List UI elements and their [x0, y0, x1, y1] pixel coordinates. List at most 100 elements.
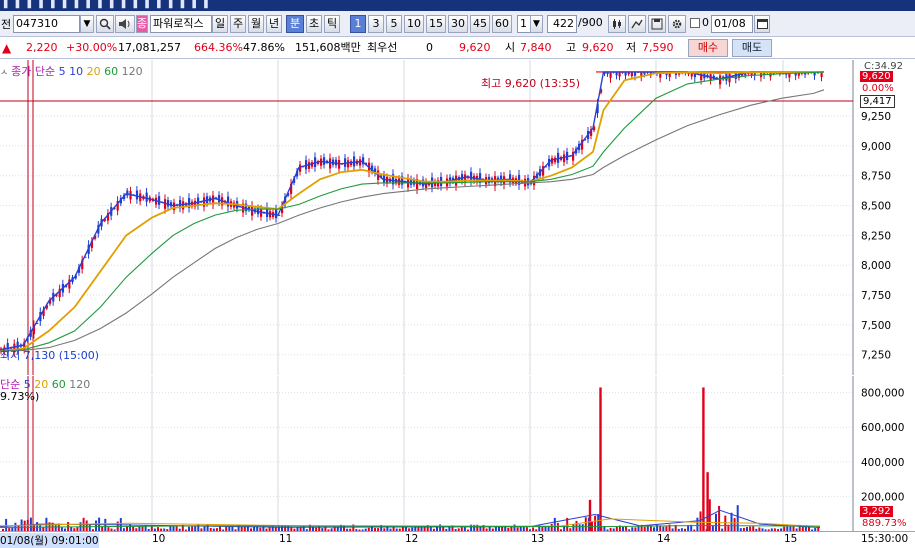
volume-bar: [736, 505, 739, 531]
volume-chart-panel[interactable]: 200,000 400,000 600,000 800,000 단순 5 20 60 …: [0, 376, 915, 531]
volume-bar: [733, 518, 736, 531]
candle-body: [383, 174, 386, 183]
ma-line-120: [0, 89, 825, 352]
interval-dropdown[interactable]: ▼: [530, 15, 543, 33]
count-input[interactable]: 422: [547, 15, 577, 33]
sell-button[interactable]: 매도: [732, 39, 772, 57]
x-axis-hour-10: 10: [152, 533, 166, 545]
volume-current-tag: 3,292: [860, 506, 893, 517]
volume-bar: [597, 514, 600, 531]
stock-code-dropdown[interactable]: ▼: [80, 15, 94, 33]
candle-body: [135, 190, 139, 200]
minute-option-30[interactable]: 30: [448, 15, 468, 33]
candle-type-icon[interactable]: [608, 15, 626, 33]
price-chart-panel[interactable]: 7,250 7,500 7,750 8,000 8,250 8,500 8,750 9,000…: [0, 60, 915, 375]
minute-option-3[interactable]: 3: [368, 15, 384, 33]
volume-bar: [696, 517, 699, 531]
candle-body: [618, 71, 621, 77]
quote-change-rate: +30.00%: [66, 41, 118, 54]
price-y-tick-label: 8,500: [861, 201, 891, 213]
volume-y-tick-label: 200,000: [861, 491, 904, 503]
price-legend-ma5: 5: [58, 65, 66, 78]
settings-gear-icon[interactable]: [668, 15, 686, 33]
chart-toolbar: 전 047310 ▼ 종 파워로직스 일 주 월 년 분 초 틱 1 3 5 1…: [0, 11, 915, 37]
x-axis-end-label: 15:30:00: [861, 533, 909, 545]
volume-bar-notable: [599, 387, 602, 531]
price-y-tick-label: 8,250: [861, 230, 891, 242]
volume-bar: [699, 511, 702, 531]
volume-bar: [581, 524, 584, 531]
period-week[interactable]: 주: [230, 15, 246, 33]
price-y-tick-label: 9,250: [861, 111, 891, 123]
volume-bar: [85, 520, 88, 531]
price-legend-title: 종가 단순: [11, 65, 56, 78]
price-legend-ma120: 120: [121, 65, 143, 78]
price-y-tick-label: 9,000: [861, 141, 891, 153]
candle-body: [218, 194, 221, 203]
price-legend-ma10: 10: [69, 65, 84, 78]
minute-option-10[interactable]: 10: [404, 15, 424, 33]
volume-legend-ma60: 60: [51, 378, 66, 391]
stock-code-input[interactable]: 047310: [13, 15, 80, 33]
volume-bar: [550, 523, 553, 531]
x-axis-hour-14: 14: [657, 533, 671, 545]
period-tick[interactable]: 틱: [324, 15, 340, 33]
low-annotation: 최저 7,130 (15:00): [0, 349, 100, 362]
calendar-icon[interactable]: [754, 15, 770, 33]
legend-toggle-icon[interactable]: ㅅ: [0, 68, 11, 78]
quote-high-label: 고: [566, 41, 577, 54]
candle-body: [227, 196, 230, 207]
date-checkbox[interactable]: [690, 18, 700, 28]
candle-body: [173, 202, 176, 211]
candle-body: [323, 157, 326, 165]
volume-y-tick-label: 800,000: [861, 388, 904, 400]
favorite-icon[interactable]: 종: [136, 15, 148, 33]
quote-low: 7,590: [642, 41, 674, 54]
minute-option-45[interactable]: 45: [470, 15, 490, 33]
minute-option-15[interactable]: 15: [426, 15, 446, 33]
candle-body: [158, 196, 161, 205]
volume-bar: [730, 512, 733, 531]
volume-chart-svg: 200,000 400,000 600,000 800,000: [0, 376, 904, 531]
volume-bar: [95, 520, 97, 531]
stock-name-field: 파워로직스: [150, 15, 212, 33]
minute-option-5[interactable]: 5: [386, 15, 402, 33]
candle-body: [347, 160, 350, 168]
quote-change: 2,220: [26, 41, 58, 54]
quote-bar: ▲ 2,220 +30.00% 17,081,257 664.36% 47.86…: [0, 37, 915, 59]
volume-bar: [578, 524, 581, 531]
candle-body: [609, 71, 612, 78]
high-annotation: 최고 9,620 (13:35): [481, 77, 581, 90]
period-year[interactable]: 년: [266, 15, 282, 33]
volume-bar: [553, 517, 556, 531]
x-axis-hour-13: 13: [531, 533, 545, 545]
period-day[interactable]: 일: [212, 15, 228, 33]
quote-current: 9,620: [459, 41, 491, 54]
volume-bar: [88, 524, 91, 531]
candle-body: [329, 158, 332, 169]
minute-option-60[interactable]: 60: [492, 15, 512, 33]
speaker-icon[interactable]: [115, 15, 135, 33]
price-chart-svg: 7,250 7,500 7,750 8,000 8,250 8,500 8,750 9,000…: [0, 60, 891, 375]
title-bar-text: ▌ ▌ ▌ ▌ ▌ ▌ ▌ ▌ ▌ ▌ ▌ ▌ ▌ ▌ ▌ ▌ ▌ ▌: [4, 0, 213, 9]
volume-legend-ma120: 120: [69, 378, 91, 391]
window-title-bar: ▌ ▌ ▌ ▌ ▌ ▌ ▌ ▌ ▌ ▌ ▌ ▌ ▌ ▌ ▌ ▌ ▌ ▌: [0, 0, 915, 11]
minute-option-1[interactable]: 1: [350, 15, 366, 33]
search-icon[interactable]: [96, 15, 114, 33]
draw-tool-icon[interactable]: [628, 15, 646, 33]
volume-bar: [14, 522, 17, 531]
date-input[interactable]: 01/08: [711, 15, 753, 33]
period-second[interactable]: 초: [306, 15, 322, 33]
price-legend: ㅅ 종가 단순 5 10 20 60 120: [0, 63, 143, 79]
save-icon[interactable]: [648, 15, 666, 33]
volume-bar: [5, 518, 8, 531]
period-minute[interactable]: 분: [286, 15, 304, 33]
price-y-tick-label: 7,500: [861, 320, 891, 332]
buy-button[interactable]: 매수: [688, 39, 728, 57]
market-prefix: 전: [1, 18, 12, 31]
price-legend-ma60: 60: [104, 65, 119, 78]
period-month[interactable]: 월: [248, 15, 264, 33]
volume-bar-notable: [702, 387, 705, 531]
price-legend-ma20: 20: [86, 65, 101, 78]
quote-amount: 151,608백만: [295, 41, 361, 54]
